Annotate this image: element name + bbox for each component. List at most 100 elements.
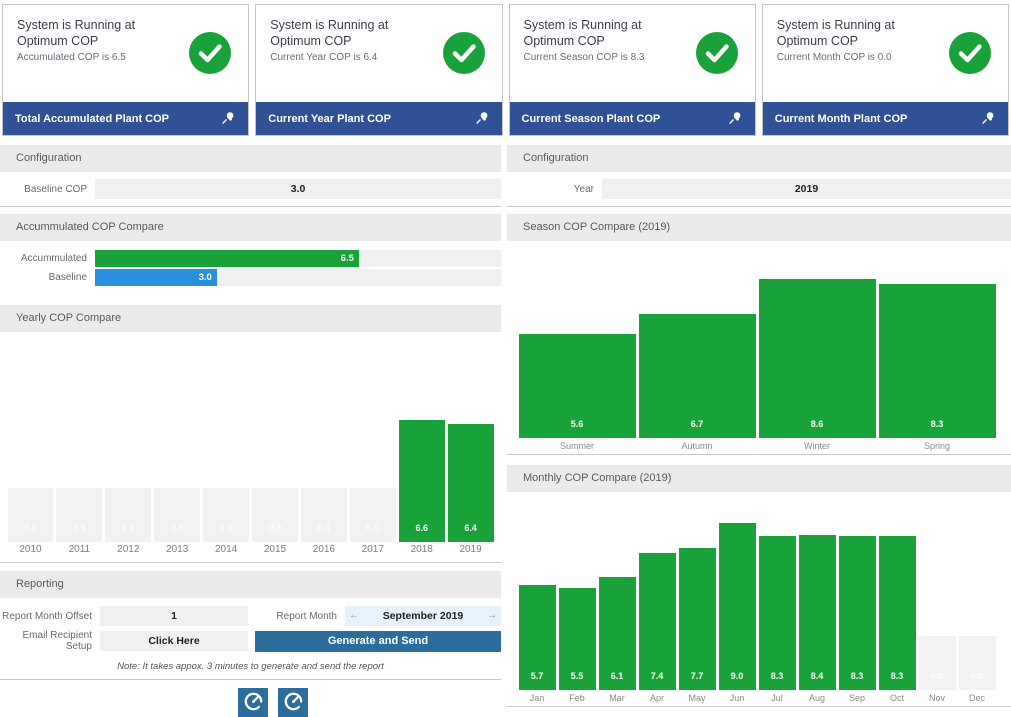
gauge-icon (243, 691, 264, 715)
bar-jun: 9.0Jun (719, 493, 756, 706)
monthly-cop-chart: 5.7Jan5.5Feb6.1Mar7.4Apr7.7May9.0Jun8.3J… (507, 493, 1011, 706)
year-label: Year (507, 184, 602, 195)
bar-feb: 5.5Feb (559, 493, 596, 706)
card-body: System is Running at Optimum COP Current… (256, 5, 501, 102)
bar-summer: 5.6Summer (519, 241, 636, 454)
check-circle-icon (442, 31, 486, 75)
hbar-row-accummulated: Accummulated6.5 (0, 250, 501, 267)
bar-nov: 0.0Nov (919, 493, 956, 706)
email-recipient-label: Email Recipient Setup (0, 630, 100, 652)
hbar-row-baseline: Baseline3.0 (0, 269, 501, 286)
card-title: System is Running at Optimum COP (524, 18, 682, 49)
bar-2019: 6.42019 (448, 344, 494, 558)
gauge-icon (283, 691, 304, 715)
prev-month-arrow[interactable]: ← (345, 606, 363, 626)
section-header-configuration-right: Configuration (507, 145, 1011, 172)
bar-2013: 0.02013 (154, 344, 200, 558)
check-circle-icon (948, 31, 992, 75)
bar-2011: 0.02011 (56, 344, 102, 558)
card-footer-label: Current Season Plant COP (522, 113, 661, 125)
email-generate-row: Email Recipient Setup Click Here Generat… (0, 630, 501, 652)
bar-spring: 8.3Spring (879, 241, 996, 454)
card-subtitle: Current Month COP is 0.0 (777, 52, 937, 63)
bar-apr: 7.4Apr (639, 493, 676, 706)
bar-sep: 8.3Sep (839, 493, 876, 706)
report-month-offset-label: Report Month Offset (0, 611, 100, 622)
gauge-button-2[interactable] (278, 688, 308, 717)
section-header-yearly-compare: Yearly COP Compare (0, 305, 501, 332)
check-circle-icon (188, 31, 232, 75)
card-title: System is Running at Optimum COP (777, 18, 935, 49)
card-title: System is Running at Optimum COP (17, 18, 175, 49)
card-body: System is Running at Optimum COP Current… (510, 5, 755, 102)
report-month-picker: ← September 2019 → (345, 606, 501, 626)
card-subtitle: Current Season COP is 8.3 (524, 52, 684, 63)
card-current-season: System is Running at Optimum COP Current… (509, 4, 756, 136)
card-subtitle: Current Year COP is 6.4 (270, 52, 430, 63)
bar-autumn: 6.7Autumn (639, 241, 756, 454)
bar-2015: 0.02015 (252, 344, 298, 558)
left-column: Configuration Baseline COP 3.0 Accummula… (0, 145, 501, 717)
bar-jul: 8.3Jul (759, 493, 796, 706)
right-column: Configuration Year 2019 Season COP Compa… (507, 145, 1011, 717)
bar-jan: 5.7Jan (519, 493, 556, 706)
card-title: System is Running at Optimum COP (270, 18, 428, 49)
card-subtitle: Accumulated COP is 6.5 (17, 52, 177, 63)
bar-2014: 0.02014 (203, 344, 249, 558)
divider (507, 706, 1011, 707)
card-total-accumulated: System is Running at Optimum COP Accumul… (2, 4, 249, 136)
report-month-value[interactable]: September 2019 (363, 610, 483, 622)
card-footer: Current Season Plant COP (510, 102, 755, 135)
year-field[interactable]: 2019 (602, 179, 1011, 199)
bar-oct: 8.3Oct (879, 493, 916, 706)
check-circle-icon (695, 31, 739, 75)
card-footer-label: Current Year Plant COP (268, 113, 391, 125)
report-month-offset-field[interactable]: 1 (100, 606, 248, 626)
card-current-month: System is Running at Optimum COP Current… (762, 4, 1009, 136)
bar-2018: 6.62018 (399, 344, 445, 558)
accumulated-compare-chart: Accummulated6.5 Baseline3.0 (0, 241, 501, 297)
bar-aug: 8.4Aug (799, 493, 836, 706)
baseline-cop-label: Baseline COP (0, 184, 95, 195)
baseline-cop-row: Baseline COP 3.0 (0, 172, 501, 206)
section-header-monthly-compare: Monthly COP Compare (2019) (507, 465, 1011, 492)
gauge-buttons (0, 680, 501, 717)
card-current-year: System is Running at Optimum COP Current… (255, 4, 502, 136)
dashboard-columns: Configuration Baseline COP 3.0 Accummula… (0, 145, 1011, 717)
season-cop-chart: 5.6Summer6.7Autumn8.6Winter8.3Spring (507, 241, 1011, 454)
bar-2016: 0.02016 (301, 344, 347, 558)
reporting-note: Note: It takes appox. 3 minutes to gener… (0, 658, 501, 679)
pin-icon[interactable] (219, 110, 236, 127)
bar-2017: 0.02017 (350, 344, 396, 558)
bar-mar: 6.1Mar (599, 493, 636, 706)
divider (507, 206, 1011, 207)
card-footer: Current Month Plant COP (763, 102, 1008, 135)
yearly-cop-chart: 0.020100.020110.020120.020130.020140.020… (0, 344, 501, 558)
bar-dec: 0.0Dec (959, 493, 996, 706)
report-month-row: Report Month Offset 1 Report Month ← Sep… (0, 606, 501, 626)
card-body: System is Running at Optimum COP Accumul… (3, 5, 248, 102)
pin-icon[interactable] (726, 110, 743, 127)
baseline-cop-field[interactable]: 3.0 (95, 179, 501, 199)
email-recipient-button[interactable]: Click Here (100, 631, 248, 651)
card-footer-label: Current Month Plant COP (775, 113, 908, 125)
card-body: System is Running at Optimum COP Current… (763, 5, 1008, 102)
section-header-reporting: Reporting (0, 571, 501, 598)
divider (0, 562, 501, 563)
card-footer: Total Accumulated Plant COP (3, 102, 248, 135)
bar-may: 7.7May (679, 493, 716, 706)
bar-winter: 8.6Winter (759, 241, 876, 454)
year-row: Year 2019 (507, 172, 1011, 206)
section-header-season-compare: Season COP Compare (2019) (507, 214, 1011, 241)
gauge-button-1[interactable] (238, 688, 268, 717)
section-header-accum-compare: Accummulated COP Compare (0, 214, 501, 241)
card-footer: Current Year Plant COP (256, 102, 501, 135)
divider (0, 206, 501, 207)
pin-icon[interactable] (473, 110, 490, 127)
generate-and-send-button[interactable]: Generate and Send (255, 631, 501, 652)
next-month-arrow[interactable]: → (483, 606, 501, 626)
divider (507, 454, 1011, 455)
bar-2012: 0.02012 (105, 344, 151, 558)
report-month-label: Report Month (248, 611, 345, 622)
pin-icon[interactable] (979, 110, 996, 127)
